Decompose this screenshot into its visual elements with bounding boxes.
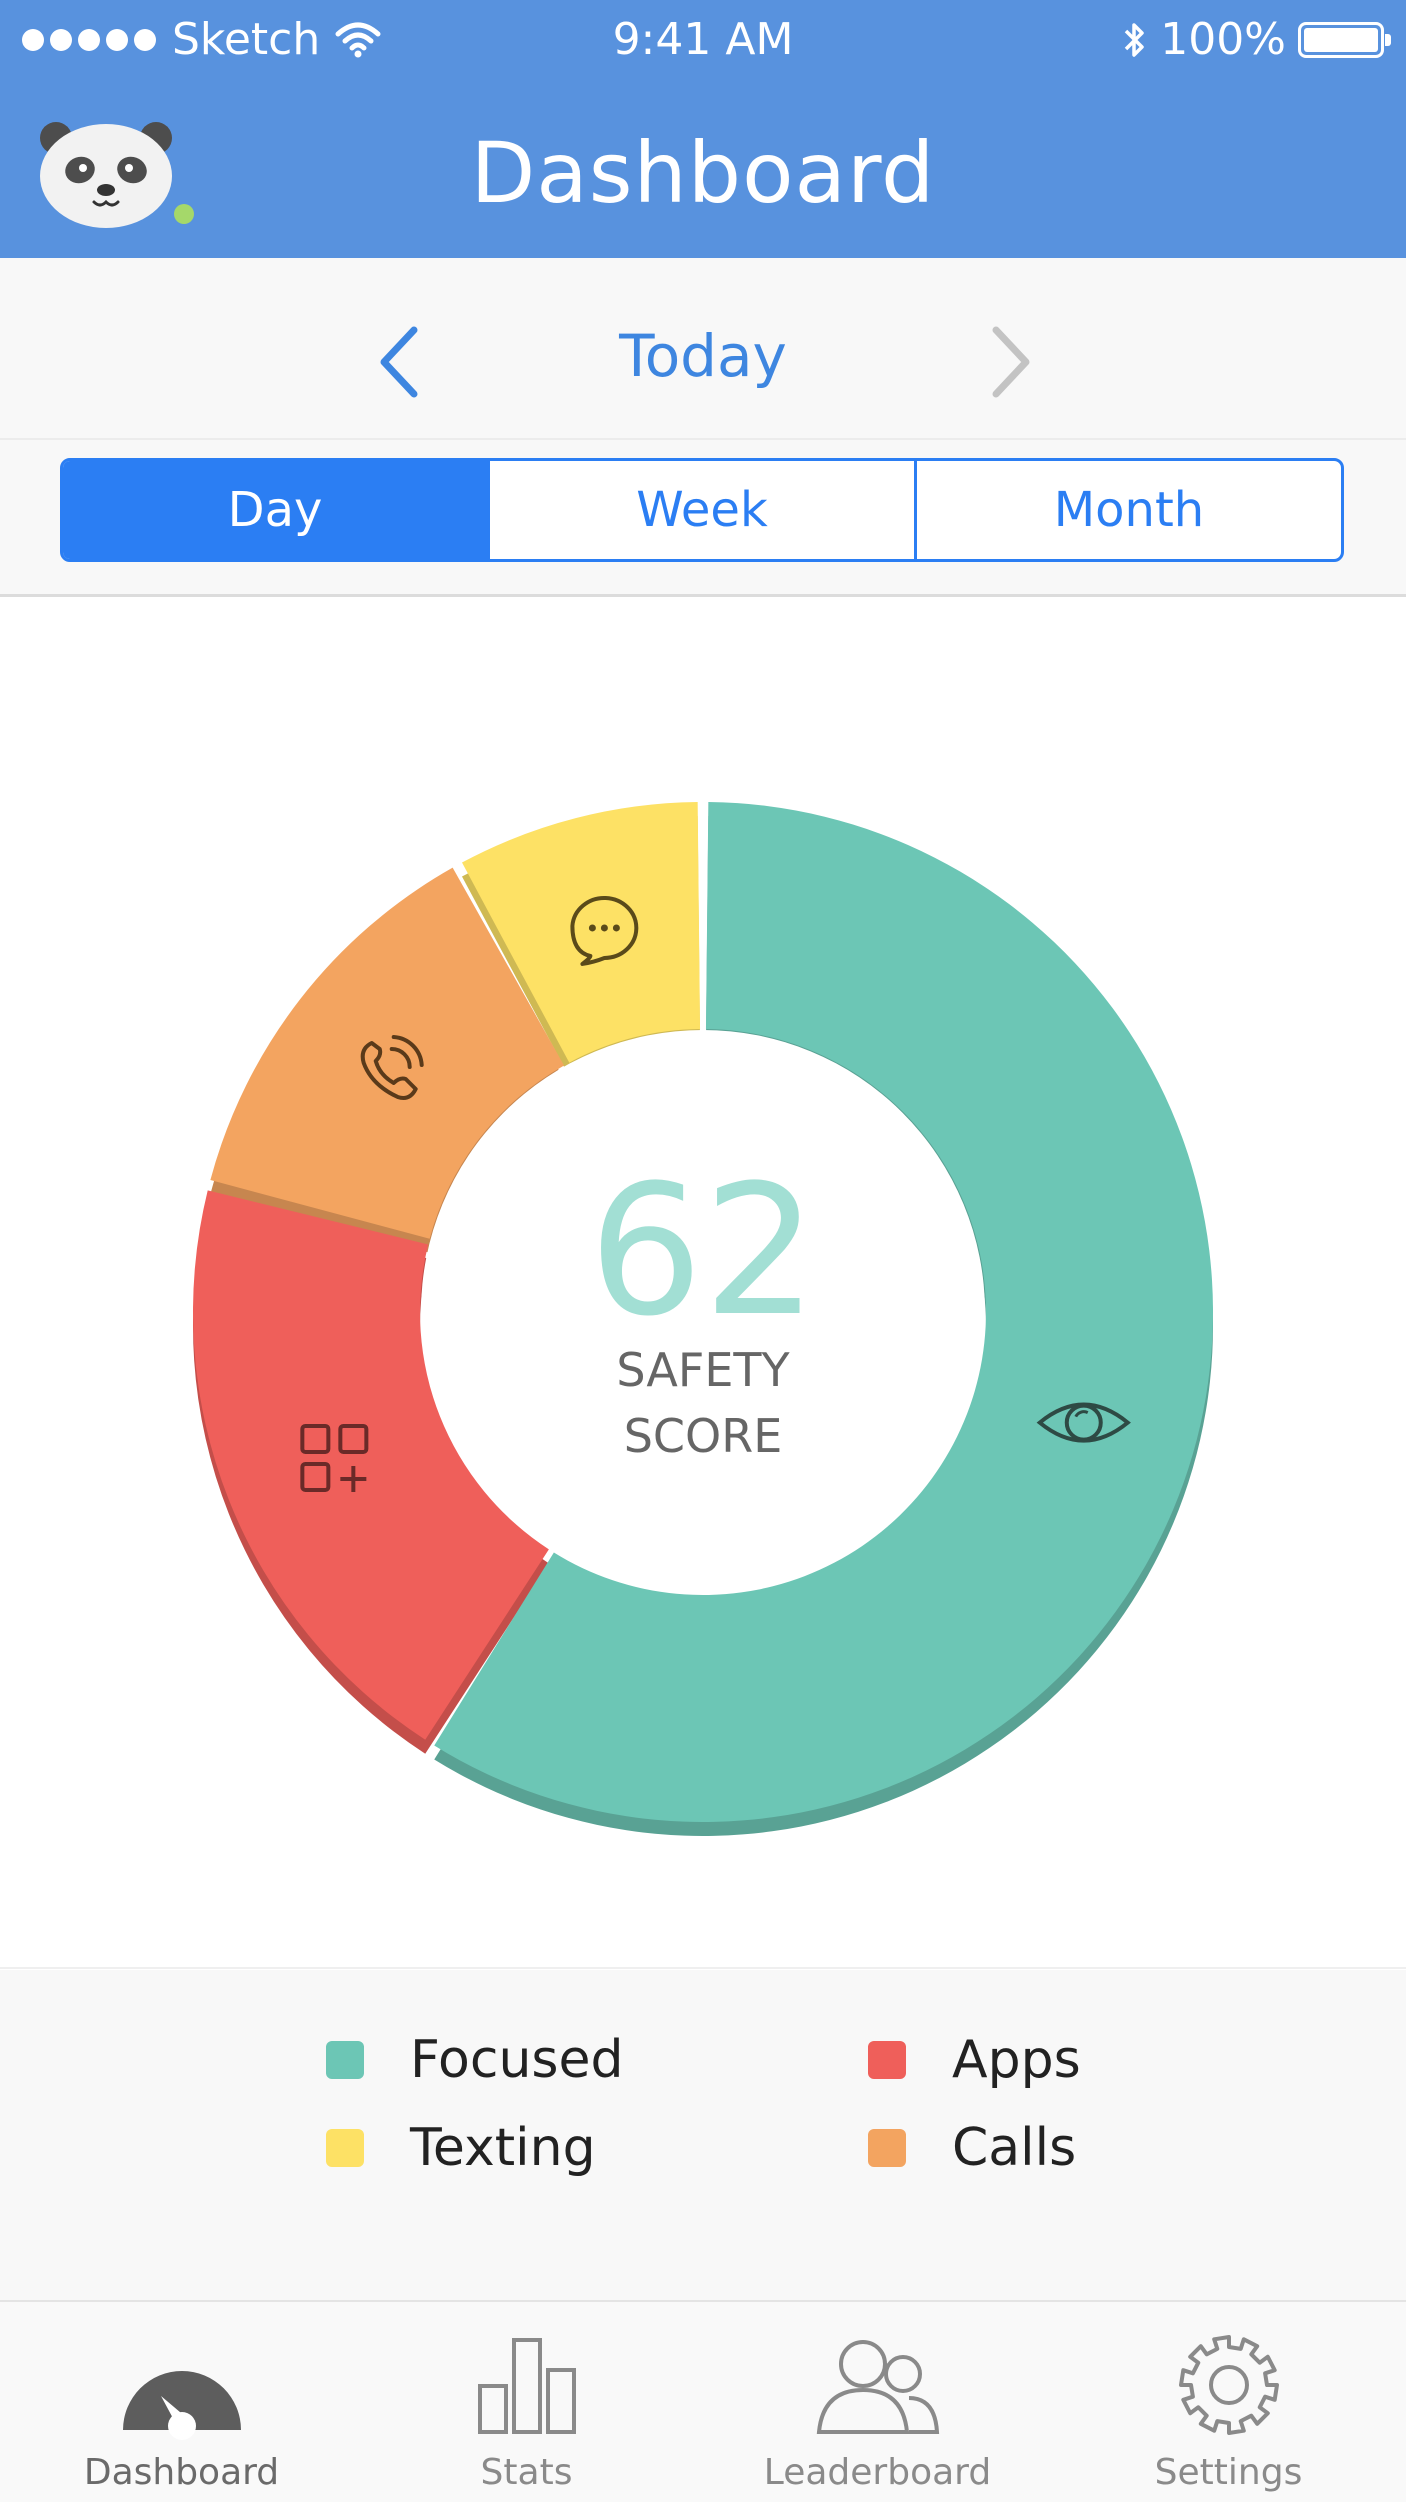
legend-label-texting: Texting: [410, 2118, 596, 2178]
tab-dashboard[interactable]: Dashboard: [6, 2302, 357, 2502]
tab-bar: Dashboard Stats Leaderboard Settings: [0, 2300, 1406, 2502]
tab-settings[interactable]: Settings: [1053, 2302, 1404, 2502]
gear-icon: [1178, 2335, 1279, 2435]
tab-settings-label: Settings: [1154, 2452, 1303, 2493]
battery-icon: [1298, 21, 1391, 58]
legend-swatch-calls: [868, 2129, 906, 2167]
users-icon: [816, 2340, 939, 2434]
safety-score-label-line1: SAFETY: [616, 1343, 790, 1397]
bar-chart-icon: [477, 2338, 576, 2434]
legend-swatch-focused: [326, 2041, 364, 2079]
segment-month[interactable]: Month: [914, 461, 1341, 559]
tab-leaderboard[interactable]: Leaderboard: [702, 2302, 1053, 2502]
tab-stats-label: Stats: [480, 2452, 573, 2493]
legend-label-calls: Calls: [952, 2118, 1077, 2178]
legend-label-apps: Apps: [952, 2030, 1081, 2090]
period-selector-area: Day Week Month: [0, 440, 1406, 597]
legend-item-calls: Calls: [868, 2118, 1076, 2178]
segment-week[interactable]: Week: [487, 461, 914, 559]
safety-score-label: SAFETY SCORE: [0, 1337, 1406, 1469]
period-segmented-control: Day Week Month: [60, 458, 1344, 562]
legend-swatch-apps: [868, 2041, 906, 2079]
page-title: Dashboard: [470, 124, 936, 222]
legend-swatch-texting: [326, 2129, 364, 2167]
status-right: 100%: [1122, 14, 1391, 65]
tab-leaderboard-label: Leaderboard: [763, 2452, 992, 2493]
legend-label-focused: Focused: [410, 2030, 624, 2090]
chevron-right-icon[interactable]: [980, 322, 1040, 402]
tab-stats[interactable]: Stats: [351, 2302, 702, 2502]
legend-item-apps: Apps: [868, 2030, 1081, 2090]
bluetooth-icon: [1124, 22, 1144, 57]
legend-item-focused: Focused: [326, 2030, 624, 2090]
safety-score-label-line2: SCORE: [623, 1409, 783, 1463]
date-label: Today: [619, 322, 787, 390]
safety-score-value: 62: [588, 1147, 818, 1356]
battery-percent: 100%: [1160, 14, 1286, 65]
nav-bar: Dashboard: [0, 82, 1406, 258]
chart-legend: Focused Apps Texting Calls: [0, 1970, 1406, 2300]
safety-chart-area: 62 SAFETY SCORE: [0, 597, 1406, 1969]
date-navigator: Today: [0, 258, 1406, 440]
tab-dashboard-label: Dashboard: [83, 2452, 280, 2493]
status-bar: Sketch 9:41 AM 100%: [0, 0, 1406, 82]
segment-day[interactable]: Day: [63, 461, 487, 559]
gauge-icon: [122, 2371, 241, 2440]
legend-item-texting: Texting: [326, 2118, 596, 2178]
